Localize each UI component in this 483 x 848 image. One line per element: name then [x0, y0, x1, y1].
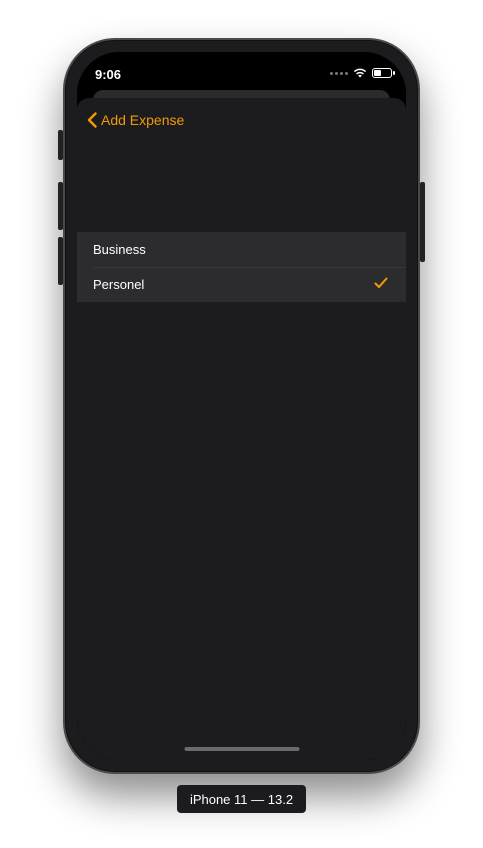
wifi-icon [353, 68, 367, 78]
phone-frame: 9:06 Add Expense Business Personel [63, 38, 420, 774]
signal-icon [330, 71, 348, 75]
back-button-label: Add Expense [101, 112, 185, 128]
home-indicator[interactable] [184, 747, 299, 751]
checkmark-icon [374, 277, 388, 292]
option-personel[interactable]: Personel [77, 267, 406, 302]
phone-screen: 9:06 Add Expense Business Personel [77, 52, 406, 760]
status-indicators [330, 68, 395, 78]
option-label: Business [93, 242, 146, 257]
chevron-left-icon [87, 112, 97, 128]
simulator-stage: 9:06 Add Expense Business Personel iPhon… [0, 0, 483, 848]
notch [152, 52, 332, 80]
expense-type-list: Business Personel [77, 232, 406, 302]
power-button [420, 182, 425, 262]
status-time: 9:06 [95, 67, 122, 82]
device-label: iPhone 11 — 13.2 [177, 785, 306, 813]
modal-sheet: Add Expense Business Personel [77, 98, 406, 760]
back-button[interactable]: Add Expense [87, 112, 184, 128]
option-business[interactable]: Business [77, 232, 406, 267]
battery-icon [372, 68, 395, 78]
option-label: Personel [93, 277, 145, 292]
